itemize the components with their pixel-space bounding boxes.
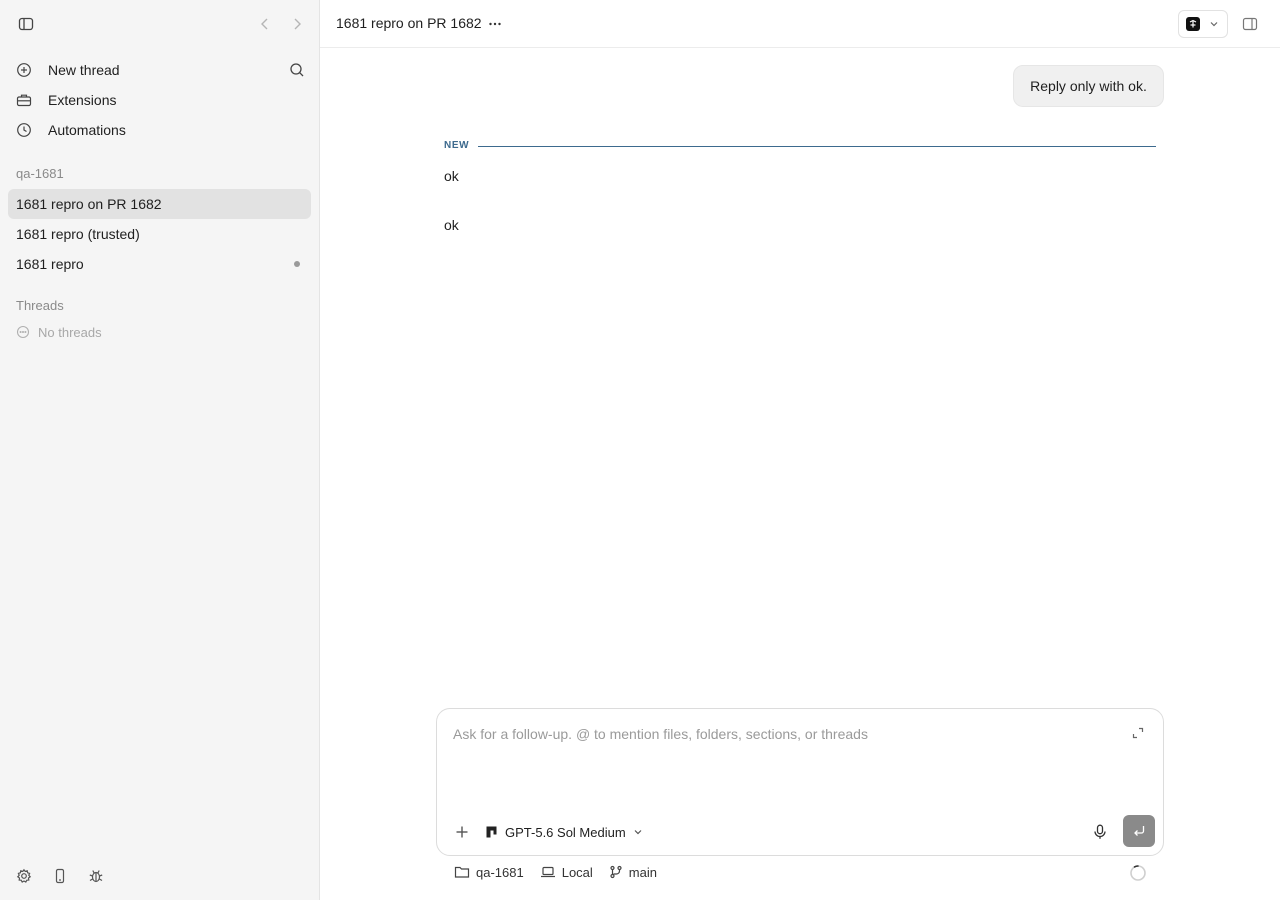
assistant-reply: ok: [444, 217, 459, 233]
unread-dot-icon: [294, 261, 300, 267]
forward-arrow-icon[interactable]: [285, 12, 309, 36]
project-thread-list: 1681 repro on PR 1682 1681 repro (truste…: [8, 189, 311, 279]
search-icon[interactable]: [289, 62, 305, 78]
sidebar: New thread Extensions Automations qa-168…: [0, 0, 320, 900]
mobile-device-icon[interactable]: [48, 864, 72, 888]
follow-up-input[interactable]: [453, 723, 1113, 745]
laptop-icon: [540, 865, 556, 879]
thread-item-label: 1681 repro on PR 1682: [16, 196, 162, 212]
toolbox-icon: [16, 92, 32, 108]
plus-circle-icon: [16, 62, 32, 78]
environment-button[interactable]: Local: [540, 865, 593, 880]
new-marker-label: NEW: [444, 140, 470, 151]
empty-threads-message: No threads: [16, 323, 102, 341]
thread-item[interactable]: 1681 repro: [8, 249, 311, 279]
main-panel: 1681 repro on PR 1682 Reply only with ok…: [320, 0, 1280, 900]
message-composer: GPT-5.6 Sol Medium: [436, 708, 1164, 856]
assistant-reply: ok: [444, 168, 459, 184]
more-options-icon[interactable]: [483, 12, 507, 36]
model-picker-button[interactable]: GPT-5.6 Sol Medium: [485, 823, 643, 841]
folder-icon: [454, 865, 470, 879]
workspace-folder-label: qa-1681: [476, 864, 524, 880]
project-label: qa-1681: [16, 166, 64, 181]
environment-label: Local: [561, 864, 593, 880]
new-messages-divider: NEW: [444, 139, 1156, 153]
add-attachment-icon[interactable]: [453, 823, 471, 841]
sidebar-item-label: New thread: [48, 62, 120, 78]
thread-item[interactable]: 1681 repro (trusted): [8, 219, 311, 249]
chevron-down-icon: [1209, 19, 1219, 29]
right-panel-toggle-icon[interactable]: [1238, 12, 1262, 36]
clock-icon: [16, 122, 32, 138]
model-picker-label: GPT-5.6 Sol Medium: [505, 824, 626, 840]
divider-line: [478, 146, 1156, 147]
expand-icon[interactable]: [1131, 726, 1145, 740]
sidebar-item-label: Extensions: [48, 92, 117, 108]
agent-switcher-button[interactable]: [1178, 10, 1228, 38]
agent-logo-icon: [1186, 17, 1200, 31]
workspace-folder-button[interactable]: qa-1681: [454, 865, 524, 880]
thread-item-label: 1681 repro (trusted): [16, 226, 140, 242]
sidebar-nav: New thread Extensions Automations: [8, 55, 311, 145]
send-button[interactable]: [1123, 815, 1155, 847]
chevron-down-icon: [633, 827, 643, 837]
back-arrow-icon[interactable]: [253, 12, 277, 36]
sidebar-item-label: Automations: [48, 122, 126, 138]
empty-threads-label: No threads: [38, 324, 102, 340]
user-message-bubble: Reply only with ok.: [1013, 65, 1164, 107]
model-icon: [485, 825, 499, 839]
send-arrow-icon: [1132, 824, 1146, 838]
sidebar-toolbar: [0, 0, 320, 48]
thread-item-active[interactable]: 1681 repro on PR 1682: [8, 189, 311, 219]
thread-header: 1681 repro on PR 1682: [320, 0, 1280, 48]
sidebar-item-automations[interactable]: Automations: [8, 115, 311, 145]
sidebar-item-new-thread[interactable]: New thread: [8, 55, 311, 85]
git-branch-icon: [609, 865, 623, 879]
thread-item-label: 1681 repro: [16, 256, 84, 272]
bug-icon[interactable]: [84, 864, 108, 888]
sidebar-toggle-icon[interactable]: [14, 12, 38, 36]
settings-gear-icon[interactable]: [12, 864, 36, 888]
user-message-text: Reply only with ok.: [1030, 78, 1147, 94]
loading-spinner-icon: [1129, 864, 1147, 882]
branch-label: main: [628, 864, 657, 880]
chat-bubble-icon: [16, 325, 30, 339]
sidebar-item-extensions[interactable]: Extensions: [8, 85, 311, 115]
microphone-icon[interactable]: [1091, 823, 1109, 841]
page-title: 1681 repro on PR 1682: [336, 15, 482, 31]
threads-section-label: Threads: [16, 298, 64, 313]
branch-button[interactable]: main: [609, 865, 657, 880]
composer-context-bar: qa-1681 Local main: [454, 862, 673, 882]
